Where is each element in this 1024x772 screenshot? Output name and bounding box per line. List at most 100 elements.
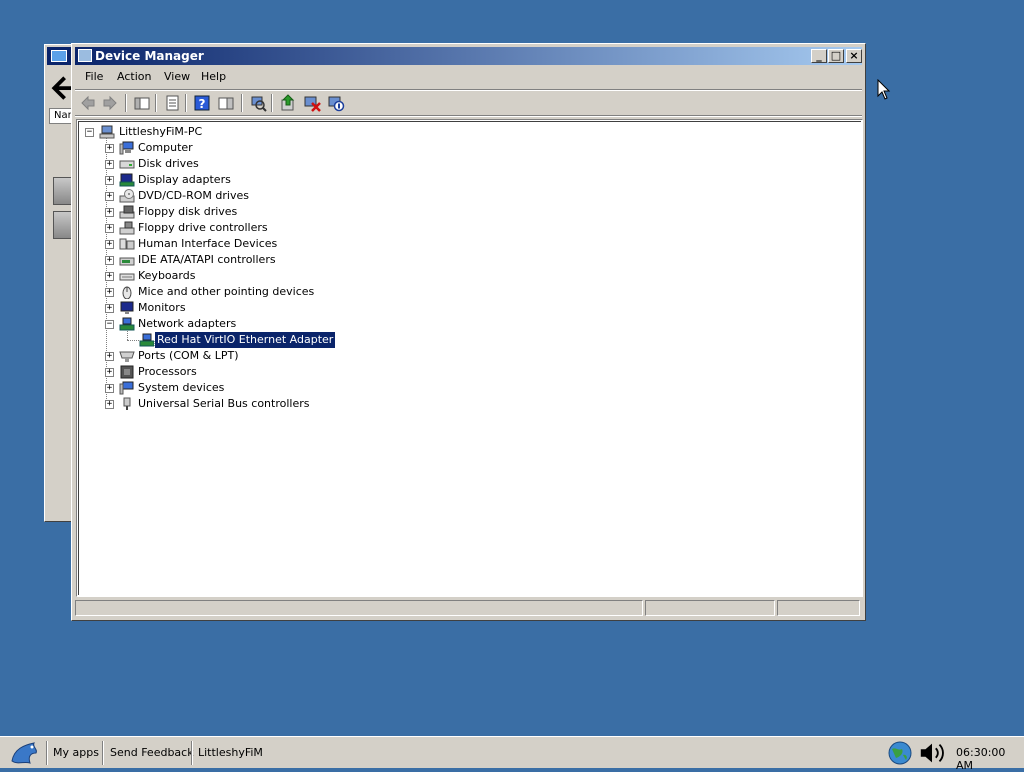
update-driver-icon[interactable] xyxy=(279,94,297,112)
tree-category-row[interactable]: + Human Interface Devices xyxy=(79,236,479,252)
tree-category-row[interactable]: + System devices xyxy=(79,380,479,396)
tree-category-label[interactable]: Floppy drive controllers xyxy=(136,220,270,236)
expand-icon[interactable]: + xyxy=(105,256,114,265)
maximize-button[interactable]: □ xyxy=(828,49,844,63)
disable-device-icon[interactable] xyxy=(327,94,345,112)
port-icon xyxy=(119,351,135,362)
window-icon xyxy=(51,50,67,62)
tree-category-row[interactable]: + DVD/CD-ROM drives xyxy=(79,188,479,204)
start-menu-icon[interactable] xyxy=(4,739,44,767)
expand-icon[interactable]: + xyxy=(105,192,114,201)
selected-device-label[interactable]: Red Hat VirtIO Ethernet Adapter xyxy=(153,331,337,349)
expand-icon[interactable]: + xyxy=(105,288,114,297)
tree-category-row[interactable]: + Floppy disk drives xyxy=(79,204,479,220)
close-button[interactable]: × xyxy=(846,49,862,63)
device-tree[interactable]: − LittleshyFiM-PC + Computer + Disk drives +… xyxy=(76,119,863,597)
tree-category-label[interactable]: DVD/CD-ROM drives xyxy=(136,188,251,204)
menu-view[interactable]: View xyxy=(164,70,190,83)
tree-category-row[interactable]: + Computer xyxy=(79,140,479,156)
action-pane-icon[interactable] xyxy=(217,94,235,112)
tree-category-label[interactable]: Human Interface Devices xyxy=(136,236,279,252)
tree-category-row[interactable]: + Display adapters xyxy=(79,172,479,188)
collapse-icon[interactable]: − xyxy=(85,128,94,137)
toolbar-separator xyxy=(271,94,273,112)
tree-category-row[interactable]: + Monitors xyxy=(79,300,479,316)
expand-icon[interactable]: + xyxy=(105,240,114,249)
ide-controller-icon xyxy=(119,257,135,266)
tree-category-row[interactable]: + Keyboards xyxy=(79,268,479,284)
tree-category-row[interactable]: + Universal Serial Bus controllers xyxy=(79,396,479,412)
minimize-button[interactable]: _ xyxy=(811,49,827,63)
expand-icon[interactable]: + xyxy=(105,160,114,169)
processor-icon xyxy=(120,365,134,379)
tree-root[interactable]: − LittleshyFiM-PC xyxy=(79,124,379,140)
expand-icon[interactable]: + xyxy=(105,304,114,313)
tree-root-label[interactable]: LittleshyFiM-PC xyxy=(117,124,204,140)
scan-hardware-icon[interactable] xyxy=(249,94,267,112)
tree-category-label[interactable]: IDE ATA/ATAPI controllers xyxy=(136,252,278,268)
expand-icon[interactable]: + xyxy=(105,384,114,393)
tree-category-label[interactable]: Universal Serial Bus controllers xyxy=(136,396,311,412)
floppy-controller-icon xyxy=(119,221,135,235)
tree-category-label[interactable]: System devices xyxy=(136,380,226,396)
disk-drive-icon xyxy=(119,160,135,169)
tree-category-row[interactable]: + Mice and other pointing devices xyxy=(79,284,479,300)
window-title: Device Manager xyxy=(95,49,204,63)
help-icon[interactable]: ? xyxy=(193,94,211,112)
expand-icon[interactable]: + xyxy=(105,208,114,217)
svg-text:?: ? xyxy=(199,97,206,111)
volume-icon[interactable] xyxy=(918,740,946,766)
taskbar-my-apps[interactable]: My apps xyxy=(53,746,99,759)
tree-category-label[interactable]: Computer xyxy=(136,140,195,156)
expand-icon[interactable]: + xyxy=(105,176,114,185)
menu-file[interactable]: File xyxy=(85,70,103,83)
usb-icon xyxy=(123,397,131,410)
tree-category-label[interactable]: Display adapters xyxy=(136,172,233,188)
tree-category-label[interactable]: Monitors xyxy=(136,300,188,316)
taskbar-separator xyxy=(46,741,48,765)
tree-category-row[interactable]: + Processors xyxy=(79,364,479,380)
collapse-icon[interactable]: − xyxy=(105,320,114,329)
toolbar-separator xyxy=(125,94,127,112)
expand-icon[interactable]: + xyxy=(105,352,114,361)
expand-icon[interactable]: + xyxy=(105,400,114,409)
menu-help[interactable]: Help xyxy=(201,70,226,83)
floppy-drive-icon xyxy=(119,205,135,219)
tree-category-label[interactable]: Floppy disk drives xyxy=(136,204,239,220)
expand-icon[interactable]: + xyxy=(105,368,114,377)
dvd-drive-icon xyxy=(119,189,135,203)
tree-category-label[interactable]: Ports (COM & LPT) xyxy=(136,348,241,364)
status-panel-main xyxy=(75,600,643,616)
properties-icon[interactable] xyxy=(163,94,181,112)
expand-icon[interactable]: + xyxy=(105,224,114,233)
tree-category-row[interactable]: + Ports (COM & LPT) xyxy=(79,348,479,364)
expand-icon[interactable]: + xyxy=(105,272,114,281)
tree-category-row[interactable]: + IDE ATA/ATAPI controllers xyxy=(79,252,479,268)
toolbar: ? xyxy=(75,91,862,115)
status-bar xyxy=(75,599,862,617)
tree-category-label[interactable]: Keyboards xyxy=(136,268,197,284)
system-device-icon xyxy=(119,381,134,395)
status-panel-2 xyxy=(645,600,775,616)
uninstall-icon[interactable] xyxy=(303,94,321,112)
tree-category-label[interactable]: Processors xyxy=(136,364,199,380)
tree-category-row[interactable]: + Floppy drive controllers xyxy=(79,220,479,236)
console-tree-icon[interactable] xyxy=(133,94,151,112)
tree-category-label[interactable]: Mice and other pointing devices xyxy=(136,284,316,300)
network-globe-icon[interactable] xyxy=(886,740,914,766)
expand-icon[interactable]: + xyxy=(105,144,114,153)
taskbar-send-feedback[interactable]: Send Feedback xyxy=(110,746,194,759)
device-manager-icon xyxy=(78,49,92,62)
mouse-cursor-icon xyxy=(877,79,891,100)
menu-action[interactable]: Action xyxy=(117,70,151,83)
tree-category-label[interactable]: Network adapters xyxy=(136,316,238,332)
title-bar[interactable]: Device Manager _ □ × xyxy=(75,47,862,65)
tree-category-label[interactable]: Disk drives xyxy=(136,156,201,172)
device-tree-inner: − LittleshyFiM-PC + Computer + Disk drives +… xyxy=(78,121,861,595)
tree-category-row[interactable]: − Network adapters xyxy=(79,316,479,332)
forward-arrow-icon[interactable] xyxy=(101,94,119,112)
tree-device-row[interactable]: Red Hat VirtIO Ethernet Adapter xyxy=(79,331,479,349)
back-arrow-icon[interactable] xyxy=(79,94,97,112)
taskbar-user-item[interactable]: LittleshyFiM xyxy=(198,746,263,759)
tree-category-row[interactable]: + Disk drives xyxy=(79,156,479,172)
